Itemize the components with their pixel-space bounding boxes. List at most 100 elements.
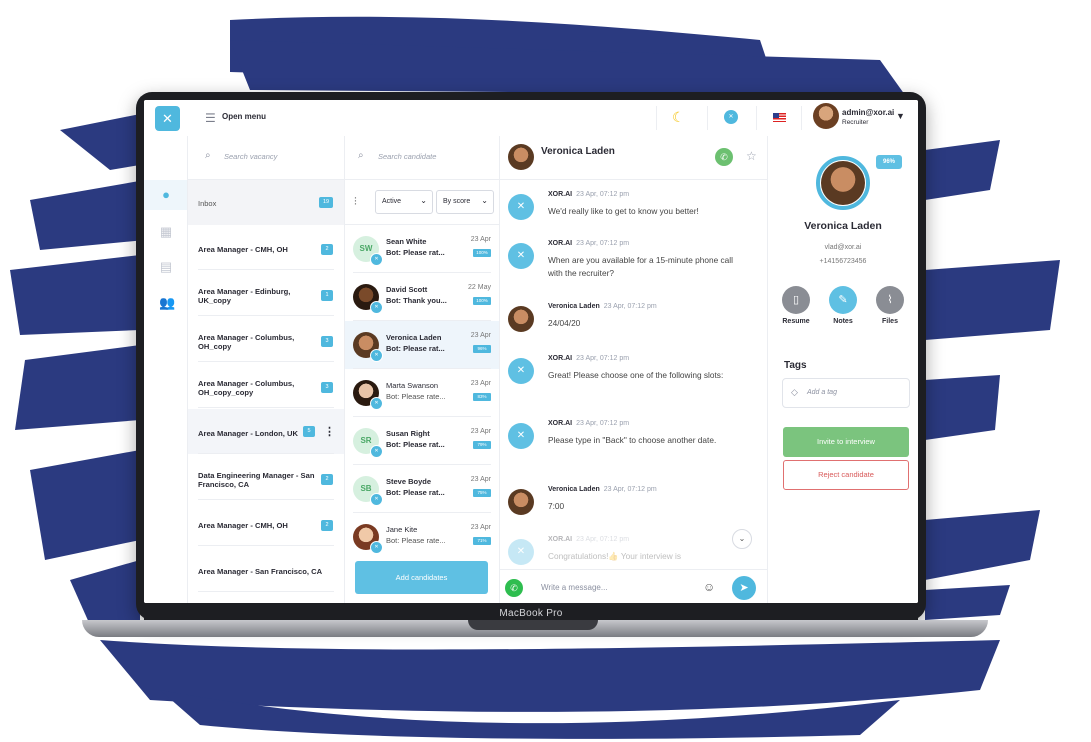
notes-button[interactable]: ✎ Notes (823, 286, 863, 325)
candidate-item[interactable]: SR ✕ Susan Right Bot: Please rat... 23 A… (345, 417, 499, 465)
candidate-last-message: Bot: Please rat... (386, 488, 445, 497)
score-badge: 96% (473, 345, 491, 353)
dark-mode-toggle-icon[interactable]: ☾ (672, 109, 685, 126)
chevron-down-icon: ⌄ (420, 196, 427, 205)
candidate-item[interactable]: SW ✕ Sean White Bot: Please rat... 23 Ap… (345, 225, 499, 273)
vacancy-item[interactable]: Area Manager - Columbus, OH_copy_copy 3 (188, 363, 344, 408)
vacancy-title: Area Manager - San Francisco, CA (198, 567, 323, 576)
message-time: 23 Apr, 07:12 pm (576, 420, 630, 427)
device-label: MacBook Pro (499, 608, 563, 619)
candidate-last-message: Bot: Please rat... (386, 248, 445, 257)
vacancy-item[interactable]: Area Manager - CMH, OH 2 (188, 501, 344, 546)
reject-candidate-button[interactable]: Reject candidate (783, 460, 909, 490)
star-icon[interactable]: ☆ (746, 149, 757, 163)
vacancy-item[interactable]: Data Engineering Manager - San Francisco… (188, 455, 344, 500)
vacancy-title: Area Manager - Edinburg, UK_copy (198, 287, 291, 305)
users-icon[interactable]: 👥 (159, 296, 175, 310)
vacancy-item[interactable]: Area Manager - CMH, OH 2 (188, 225, 344, 270)
divider (756, 106, 757, 130)
candidate-date: 23 Apr (470, 428, 491, 435)
bot-badge-icon: ✕ (370, 253, 383, 266)
candidate-item[interactable]: ✕ David Scott Bot: Thank you... 22 May 1… (345, 273, 499, 321)
message-sender: Veronica Laden 23 Apr, 07:12 pm (548, 486, 657, 493)
us-flag-icon[interactable] (773, 113, 786, 122)
user-role: Recruiter (842, 119, 869, 126)
scroll-down-button[interactable]: ⌄ (732, 529, 752, 549)
chevron-down-icon[interactable]: ▼ (896, 111, 905, 121)
candidate-name: Steve Boyde (386, 477, 432, 486)
candidate-date: 23 Apr (470, 476, 491, 483)
message-sender: XOR.AI 23 Apr, 07:12 pm (548, 191, 630, 198)
bot-avatar-icon: ✕ (508, 358, 534, 384)
xor-logo-icon[interactable]: ✕ (155, 106, 180, 131)
message-composer: ✆ Write a message... ☺ ➤ (500, 569, 767, 603)
message-input[interactable]: Write a message... (541, 583, 608, 592)
candidate-search[interactable]: ⌕ Search candidate (345, 136, 499, 180)
bot-avatar-icon: ✕ (508, 243, 534, 269)
vacancy-item[interactable]: Area Manager - Columbus, OH_copy 3 (188, 317, 344, 362)
user-email[interactable]: admin@xor.ai (842, 108, 894, 117)
candidate-last-message: Bot: Please rate... (386, 536, 446, 545)
profile-phone: +14156723456 (819, 258, 867, 265)
invite-to-interview-button[interactable]: Invite to interview (783, 427, 909, 457)
vacancy-item[interactable]: Area Manager - San Francisco, CA (188, 547, 344, 592)
candidate-panel: ⌕ Search candidate ⫶ Active ⌄ By score ⌄ S… (345, 136, 500, 603)
status-filter-value: Active (382, 198, 402, 205)
bot-avatar-icon: ✕ (508, 539, 534, 565)
sort-filter-select[interactable]: By score ⌄ (436, 190, 494, 214)
dashboard-icon[interactable]: ▦ (159, 225, 173, 239)
pencil-icon: ✎ (829, 286, 857, 314)
more-options-icon[interactable]: ⋮ (324, 425, 335, 438)
resume-icon: ▯ (782, 286, 810, 314)
status-filter-select[interactable]: Active ⌄ (375, 190, 433, 214)
vacancy-search-input[interactable]: Search vacancy (224, 152, 277, 161)
sort-filter-value: By score (443, 198, 471, 205)
phone-call-icon[interactable]: ✆ (715, 148, 733, 166)
contact-avatar (508, 306, 534, 332)
candidate-item-selected[interactable]: ✕ Veronica Laden Bot: Please rat... 23 A… (345, 321, 499, 369)
vacancy-count-badge: 5 (303, 426, 315, 437)
vacancy-title: Area Manager - CMH, OH (198, 245, 288, 254)
emoji-icon[interactable]: ☺ (703, 580, 715, 594)
candidate-name: Marta Swanson (386, 381, 439, 390)
bot-status-icon[interactable]: ✕ (724, 110, 738, 124)
user-avatar[interactable] (813, 103, 839, 129)
filter-sliders-icon[interactable]: ⫶ (354, 196, 357, 209)
vacancy-title: Data Engineering Manager - San Francisco… (198, 471, 315, 489)
send-icon[interactable]: ➤ (732, 576, 756, 600)
message-sender: XOR.AI 23 Apr, 07:12 pm (548, 420, 630, 427)
laptop-bezel: MacBook Pro (144, 603, 918, 620)
add-candidates-button[interactable]: Add candidates (355, 561, 488, 594)
vacancy-item-selected[interactable]: Area Manager - London, UK 5 ⋮ (188, 409, 344, 454)
bot-badge-icon: ✕ (370, 493, 383, 506)
resume-button[interactable]: ▯ Resume (776, 286, 816, 325)
vacancy-search[interactable]: ⌕ Search vacancy (188, 136, 344, 180)
score-badge: 100% (473, 249, 491, 257)
vacancy-count-badge: 3 (321, 382, 333, 393)
files-button[interactable]: ⌇ Files (870, 286, 910, 325)
whatsapp-icon[interactable]: ✆ (505, 579, 523, 597)
paperclip-icon: ⌇ (876, 286, 904, 314)
vacancy-count-badge: 3 (321, 336, 333, 347)
inbox-item[interactable]: Inbox 19 (188, 180, 344, 225)
document-icon[interactable]: ▤ (159, 260, 173, 274)
chat-header: Veronica Laden ✆ ☆ (500, 136, 767, 180)
message-text: Congratulations!👍 Your interview is (548, 551, 682, 561)
profile-avatar (821, 161, 865, 205)
open-menu-link[interactable]: Open menu (222, 112, 266, 121)
candidate-item[interactable]: SB ✕ Steve Boyde Bot: Please rat... 23 A… (345, 465, 499, 513)
score-badge: 83% (473, 393, 491, 401)
add-tag-input[interactable]: ◇ Add a tag (782, 378, 910, 408)
resume-label: Resume (782, 318, 810, 325)
divider (656, 106, 657, 130)
bot-avatar-icon: ✕ (508, 423, 534, 449)
vacancy-count-badge: 2 (321, 474, 333, 485)
candidate-item[interactable]: ✕ Marta Swanson Bot: Please rate... 23 A… (345, 369, 499, 417)
candidate-date: 23 Apr (470, 524, 491, 531)
vacancy-item[interactable]: Area Manager - Edinburg, UK_copy 1 (188, 271, 344, 316)
candidate-last-message: Bot: Please rat... (386, 344, 445, 353)
hamburger-menu-icon[interactable]: ☰ (205, 111, 216, 125)
candidate-item[interactable]: ✕ Jane Kite Bot: Please rate... 23 Apr 7… (345, 513, 499, 561)
candidate-search-input[interactable]: Search candidate (378, 152, 436, 161)
chat-bubble-icon[interactable]: ● (159, 188, 173, 202)
